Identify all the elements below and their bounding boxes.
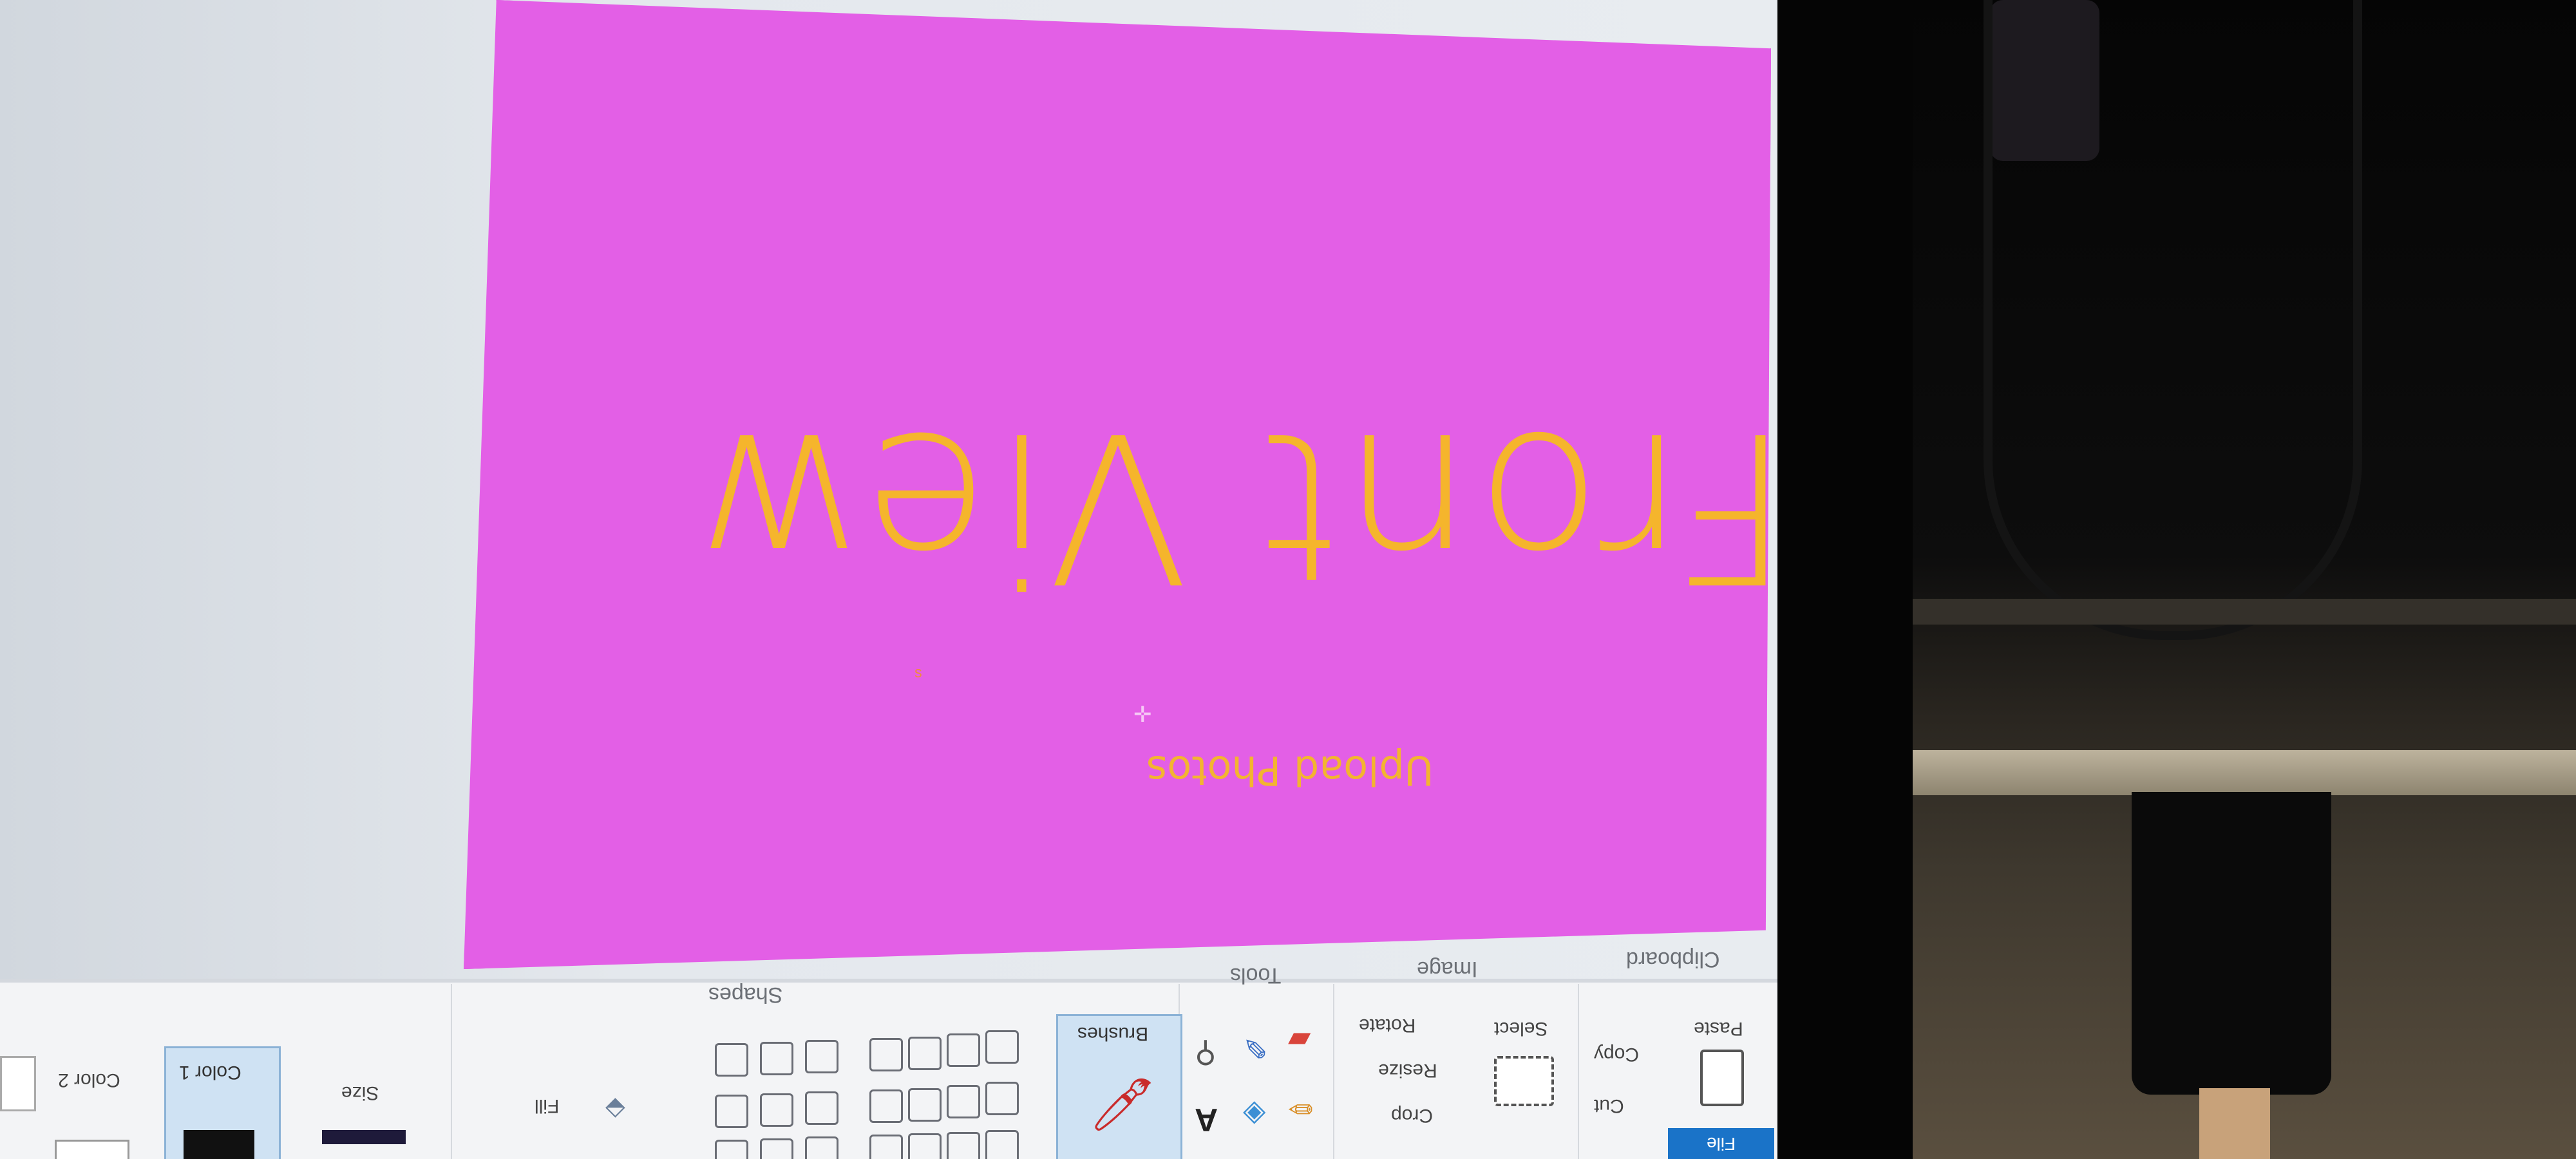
color1-swatch	[184, 1130, 254, 1159]
color-picker-icon[interactable]: ✎	[1243, 1030, 1268, 1065]
shape-rectangle-icon[interactable]	[869, 1135, 903, 1159]
canvas-title-text: Front View	[689, 386, 1791, 626]
shape-rounded-rect-icon[interactable]	[805, 1136, 838, 1159]
shape-curve-icon[interactable]	[947, 1132, 980, 1159]
size-line-icon	[322, 1130, 406, 1144]
shape-arrow-down-icon[interactable]	[715, 1095, 748, 1128]
shape-oval-icon[interactable]	[908, 1133, 942, 1159]
shape-heart-icon[interactable]	[715, 1043, 748, 1077]
monitor-stand	[2132, 792, 2331, 1095]
canvas-subtitle-text: Upload Photos	[1146, 747, 1434, 794]
brushes-label: Brushes	[1077, 1023, 1149, 1044]
shape-pentagon-icon[interactable]	[908, 1088, 942, 1122]
fill-bucket-icon[interactable]: ◈	[1243, 1098, 1265, 1133]
stray-mark: ˢ	[914, 663, 922, 688]
resize-button[interactable]: Resize	[1378, 1059, 1437, 1081]
shape-arrow-left-icon[interactable]	[805, 1091, 838, 1125]
color2-button[interactable]: Color 2	[58, 1069, 120, 1091]
shape-polygon-icon[interactable]	[760, 1138, 793, 1159]
shape-star4-icon[interactable]	[947, 1033, 980, 1067]
cut-button[interactable]: Cut	[1594, 1095, 1624, 1117]
tools-group-label: Tools	[1230, 963, 1282, 988]
shape-arrow-up-icon[interactable]	[985, 1030, 1019, 1064]
rotate-button[interactable]: Rotate	[1359, 1014, 1416, 1036]
brushes-button[interactable]: Brushes 🖌	[1056, 1014, 1182, 1159]
photo-frame: Front View Upload Photos ˢ ✛ File Clipbo…	[0, 0, 2576, 1159]
shape-star5-icon[interactable]	[908, 1037, 942, 1070]
shapes-group-label: Shapes	[708, 983, 783, 1007]
palette-swatch[interactable]	[0, 1056, 36, 1111]
color2-swatch	[55, 1140, 129, 1159]
desk-edge	[1913, 750, 2576, 795]
shape-callout-icon[interactable]	[805, 1040, 838, 1073]
fill-icon: ⬙	[605, 1095, 625, 1124]
cable	[1984, 0, 2362, 640]
shape-hexagon-icon[interactable]	[869, 1089, 903, 1123]
shape-right-triangle-icon[interactable]	[715, 1140, 748, 1159]
crop-button[interactable]: Crop	[1391, 1104, 1433, 1126]
stand-foot	[2199, 1088, 2270, 1159]
magnifier-icon[interactable]: ⚲	[1195, 1037, 1217, 1071]
text-tool-icon[interactable]: A	[1195, 1101, 1218, 1138]
copy-button[interactable]: Copy	[1594, 1043, 1639, 1065]
eraser-icon[interactable]: ▰	[1288, 1024, 1311, 1059]
monitor-bezel	[1777, 0, 1913, 1159]
clipboard-group-label: Clipboard	[1626, 947, 1720, 972]
select-icon[interactable]	[1494, 1056, 1554, 1106]
shape-line-icon[interactable]	[985, 1130, 1019, 1159]
shape-diamond-icon[interactable]	[947, 1085, 980, 1118]
monitor-screen: Front View Upload Photos ˢ ✛ File Clipbo…	[0, 0, 1790, 1159]
paste-icon[interactable]	[1700, 1050, 1744, 1106]
shape-cloud-icon[interactable]	[760, 1042, 793, 1075]
paste-button[interactable]: Paste	[1694, 1017, 1743, 1039]
pencil-icon[interactable]: ✏	[1288, 1091, 1313, 1126]
select-button[interactable]: Select	[1494, 1017, 1548, 1039]
brush-icon: 🖌	[1090, 1076, 1156, 1133]
shape-triangle-icon[interactable]	[985, 1082, 1019, 1115]
fill-dropdown[interactable]: Fill	[535, 1095, 559, 1117]
image-group-label: Image	[1417, 957, 1478, 981]
shape-arrow-right-icon[interactable]	[760, 1093, 793, 1127]
color1-label: Color 1	[179, 1062, 242, 1083]
shelf-edge	[1913, 599, 2576, 625]
cursor-crosshair-icon: ✛	[1133, 702, 1152, 727]
size-dropdown[interactable]: Size	[341, 1082, 379, 1104]
shape-star6-icon[interactable]	[869, 1038, 903, 1071]
